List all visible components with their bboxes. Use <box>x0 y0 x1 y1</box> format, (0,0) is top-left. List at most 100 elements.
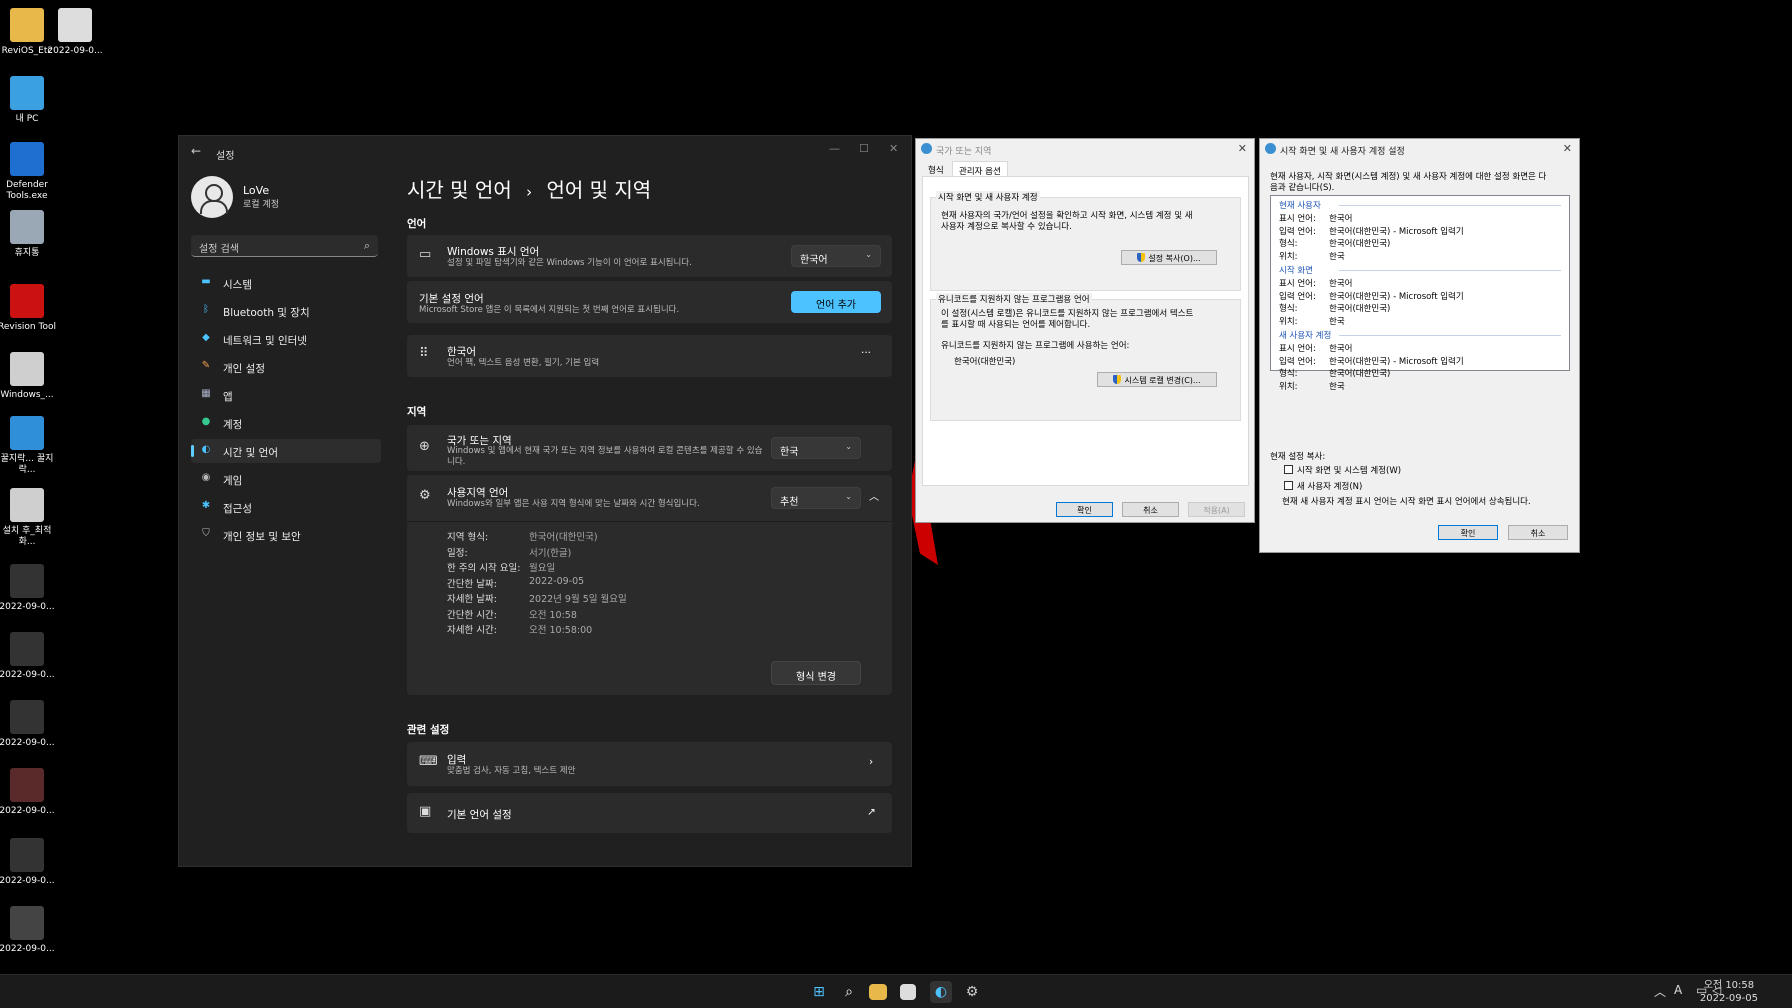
summary-key: 입력 언어: <box>1279 291 1316 302</box>
desktop-icon[interactable]: 휴지통 <box>0 210 58 259</box>
sidebar-item-label: 계정 <box>223 419 243 431</box>
country-region-card: ⊕ 국가 또는 지역 Windows 및 앱에서 현재 국가 또는 지역 정보를… <box>407 425 892 471</box>
sidebar-item[interactable]: ᛒ Bluetooth 및 장치 <box>191 299 381 323</box>
region-globe-icon <box>921 143 932 154</box>
display-language-dropdown[interactable]: 한국어 ⌄ <box>791 245 881 267</box>
copy-to-new-user-checkbox[interactable] <box>1284 481 1293 490</box>
desktop-icon[interactable]: 꿀지락... 꿀지락... <box>0 416 58 476</box>
desktop-icon[interactable]: 2022-09-0... <box>0 700 58 749</box>
desktop-icon[interactable]: 설치 후_최적화... <box>0 488 58 548</box>
welcome-dialog-icon <box>1265 143 1276 154</box>
sidebar-item-label: 시간 및 언어 <box>223 447 278 459</box>
desktop-icon-label: 2022-09-0... <box>0 602 55 612</box>
minimize-icon[interactable]: — <box>829 142 840 155</box>
copy-to-welcome-checkbox[interactable] <box>1284 465 1293 474</box>
uac-shield-icon <box>1113 375 1122 384</box>
file-explorer-icon[interactable] <box>869 984 887 1000</box>
format-value: 오전 10:58:00 <box>529 625 593 636</box>
current-locale-label: 유니코드를 지원하지 않는 프로그램에 사용하는 언어: <box>941 341 1130 351</box>
sidebar-item[interactable]: ✱ 접근성 <box>191 495 381 519</box>
tab-admin-options[interactable]: 관리자 옵션 <box>952 161 1008 177</box>
maximize-icon[interactable]: ☐ <box>859 142 869 155</box>
region-app-icon[interactable]: ◐ <box>930 981 952 1003</box>
desktop-icon[interactable]: Revision Tool <box>0 284 58 333</box>
store-icon[interactable] <box>900 984 916 1000</box>
wifi-icon: ◆ <box>202 332 210 343</box>
format-key: 자세한 날짜: <box>447 594 497 605</box>
country-dropdown[interactable]: 한국 ⌄ <box>771 437 861 459</box>
close-icon[interactable]: ✕ <box>1563 142 1572 155</box>
admin-language-settings-link[interactable]: ▣ 기본 언어 설정 ↗ <box>407 793 892 833</box>
summary-key: 형식: <box>1279 304 1298 314</box>
copy-settings-button[interactable]: 설정 복사(O)... <box>1121 250 1217 265</box>
gamepad-icon: ◉ <box>201 472 211 483</box>
related-settings-header: 관련 설정 <box>407 724 450 736</box>
desktop-icon[interactable]: 2022-09-0... <box>0 632 58 681</box>
cancel-button[interactable]: 취소 <box>1122 502 1179 517</box>
sidebar-item-label: Bluetooth 및 장치 <box>223 307 310 319</box>
sidebar-item[interactable]: ✎ 개인 설정 <box>191 355 381 379</box>
back-arrow-icon[interactable]: ← <box>191 144 201 158</box>
settings-gear-icon[interactable]: ⚙ <box>961 981 983 1003</box>
change-system-locale-button[interactable]: 시스템 로캘 변경(C)... <box>1097 372 1217 387</box>
korean-language-row[interactable]: ⠿ 한국어 언어 팩, 텍스트 음성 변환, 필기, 기본 입력 ··· <box>407 335 892 377</box>
desktop-icon[interactable]: 내 PC <box>0 76 58 125</box>
summary-section-header: 현재 사용자 <box>1279 201 1321 211</box>
typing-settings-link[interactable]: ⌨ 입력 맞춤법 검사, 자동 고침, 텍스트 제안 › <box>407 742 892 786</box>
sidebar-item[interactable]: ● 계정 <box>191 411 381 435</box>
summary-value: 한국어(대한민국) <box>1329 304 1391 314</box>
tab-formats[interactable]: 형식 <box>922 161 950 176</box>
cancel-button[interactable]: 취소 <box>1508 525 1568 540</box>
desktop-icon[interactable]: 2022-09-0... <box>0 564 58 613</box>
chevron-right-icon: › <box>869 756 874 768</box>
desktop-icon[interactable]: 2022-09-0... <box>0 838 58 887</box>
ok-button[interactable]: 확인 <box>1438 525 1498 540</box>
add-language-button[interactable]: 언어 추가 <box>791 291 881 313</box>
sidebar-item[interactable]: ▬ 시스템 <box>191 271 381 295</box>
desktop-icon[interactable]: Defender Tools.exe <box>0 142 58 202</box>
desktop-item-icon <box>10 768 44 802</box>
breadcrumb: 시간 및 언어 › 언어 및 지역 <box>407 174 651 203</box>
format-key: 간단한 날짜: <box>447 578 497 590</box>
breadcrumb-separator: › <box>526 183 533 201</box>
welcome-group-label: 시작 화면 및 새 사용자 계정 <box>936 191 1040 203</box>
tray-chevron-icon[interactable]: ︿ <box>1654 983 1666 1000</box>
chevron-up-icon[interactable]: ︿ <box>869 488 879 503</box>
close-icon[interactable]: ✕ <box>889 142 898 155</box>
desktop-icon[interactable]: Windows_... <box>0 352 58 401</box>
sidebar-item[interactable]: ◐ 시간 및 언어 <box>191 439 381 463</box>
summary-key: 위치: <box>1279 381 1298 392</box>
summary-key: 형식: <box>1279 239 1298 249</box>
summary-value: 한국어(대한민국) <box>1329 239 1391 249</box>
sidebar-item[interactable]: ◆ 네트워크 및 인터넷 <box>191 327 381 351</box>
sidebar-item[interactable]: ⛉ 개인 정보 및 보안 <box>191 523 381 547</box>
brush-icon: ✎ <box>201 360 211 371</box>
desktop-icon[interactable]: 2022-09-0... <box>0 906 58 955</box>
user-profile[interactable]: LoVe 로컬 계정 <box>191 176 279 218</box>
accessibility-icon: ✱ <box>201 500 211 511</box>
ime-indicator[interactable]: A <box>1674 983 1682 997</box>
change-format-button[interactable]: 형식 변경 <box>771 661 861 685</box>
apply-button[interactable]: 적용(A) <box>1188 502 1245 517</box>
desktop-icon-label: 2022-09-0... <box>47 46 103 56</box>
summary-value: 한국어 <box>1329 214 1353 224</box>
regional-format-dropdown[interactable]: 추천 ⌄ <box>771 487 861 509</box>
ok-button[interactable]: 확인 <box>1056 502 1113 517</box>
start-icon[interactable]: ⊞ <box>808 981 830 1003</box>
admin-language-title: 기본 언어 설정 <box>447 809 512 821</box>
settings-search-input[interactable]: 설정 검색 ⌕ <box>191 235 378 257</box>
drag-handle-icon[interactable]: ⠿ <box>419 346 428 361</box>
desktop-icon[interactable]: 2022-09-0... <box>44 8 106 57</box>
breadcrumb-parent[interactable]: 시간 및 언어 <box>407 178 512 202</box>
desktop-icon-label: 2022-09-0... <box>0 876 55 886</box>
sidebar-item[interactable]: ◉ 게임 <box>191 467 381 491</box>
display-language-card: ▭ Windows 표시 언어 설정 및 파일 탐색기와 같은 Windows … <box>407 235 892 277</box>
clock[interactable]: 오전 10:58 2022-09-05 <box>1700 979 1758 1005</box>
inheritance-note: 현재 새 사용자 계정 표시 언어는 시작 화면 표시 언어에서 상속됩니다. <box>1282 497 1531 507</box>
more-options-icon[interactable]: ··· <box>861 347 871 359</box>
search-icon[interactable]: ⌕ <box>838 981 860 1003</box>
avatar <box>191 176 233 218</box>
close-icon[interactable]: ✕ <box>1238 142 1247 155</box>
desktop-icon[interactable]: 2022-09-0... <box>0 768 58 817</box>
sidebar-item[interactable]: ▦ 앱 <box>191 383 381 407</box>
